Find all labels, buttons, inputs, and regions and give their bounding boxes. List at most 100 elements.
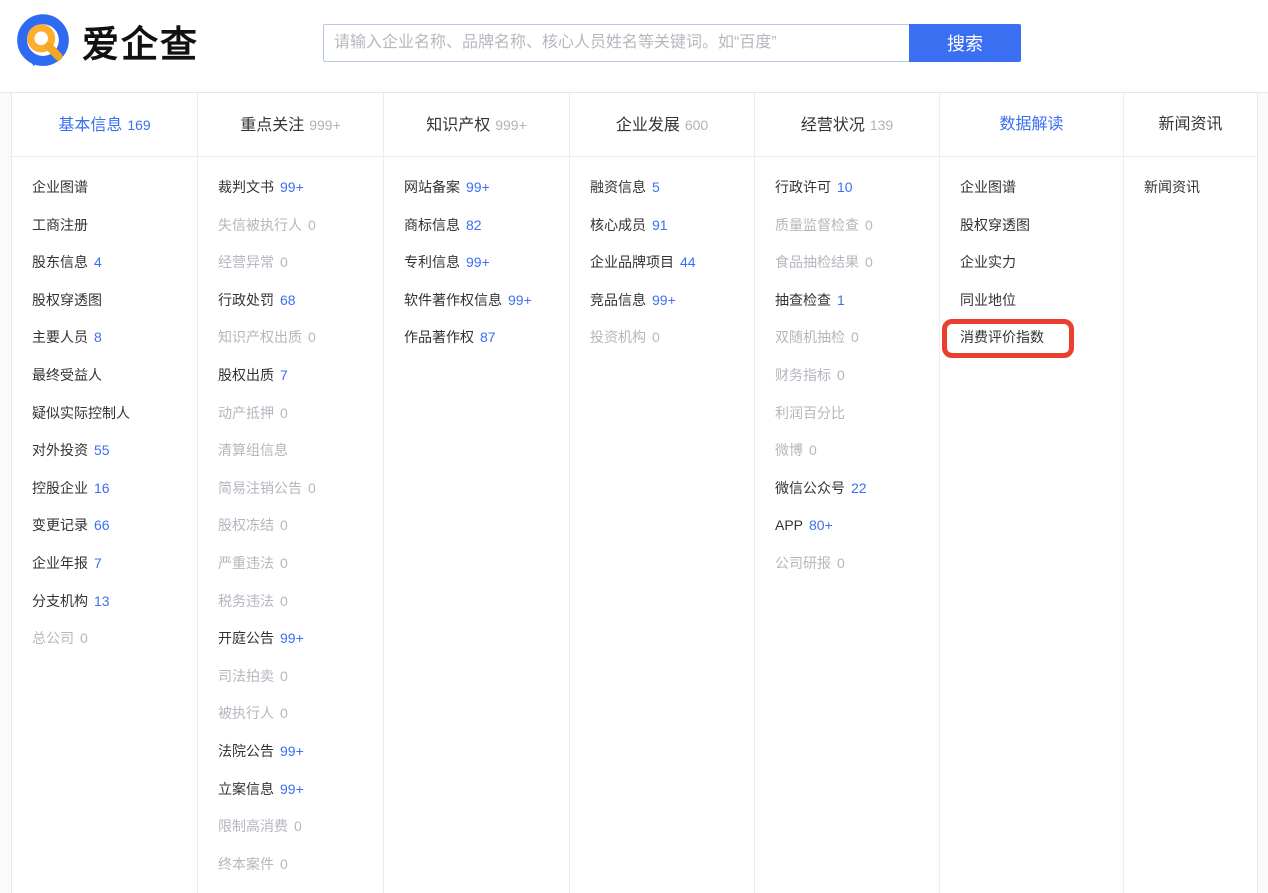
menu-item: 总公司0: [32, 620, 197, 658]
menu-item[interactable]: 分支机构13: [32, 583, 197, 621]
tab-company-development[interactable]: 企业发展600: [570, 93, 754, 157]
menu-item[interactable]: 融资信息5: [590, 169, 754, 207]
menu-item-label: 严重违法: [218, 555, 274, 571]
menu-item-count: 0: [80, 630, 88, 646]
menu-item[interactable]: 开庭公告 99+: [218, 620, 383, 658]
brand-logo[interactable]: 爱企查: [14, 12, 199, 70]
menu-item[interactable]: 同业地位: [960, 282, 1123, 320]
menu-item[interactable]: 商标信息 82: [404, 207, 569, 245]
menu-item-label: 立案信息: [218, 781, 274, 797]
menu-column-news: 新闻资讯新闻资讯: [1124, 93, 1257, 893]
menu-item[interactable]: 裁判文书99+: [218, 169, 383, 207]
menu-item-label: 动产抵押: [218, 405, 274, 421]
menu-item: 动产抵押0: [218, 395, 383, 433]
menu-item[interactable]: 行政许可10: [775, 169, 939, 207]
menu-item: 食品抽检结果0: [775, 244, 939, 282]
tab-data-insight[interactable]: 数据解读: [940, 93, 1123, 157]
tab-operating-status[interactable]: 经营状况139: [755, 93, 939, 157]
menu-item-label: 法院公告: [218, 743, 274, 759]
menu-item-count: 1: [837, 292, 845, 308]
menu-item[interactable]: 作品著作权 87: [404, 319, 569, 357]
menu-item[interactable]: 对外投资55: [32, 432, 197, 470]
menu-item[interactable]: 疑似实际控制人: [32, 395, 197, 433]
menu-item-count: 99+: [652, 292, 676, 308]
menu-item[interactable]: 新闻资讯: [1144, 169, 1257, 207]
menu-item[interactable]: 变更记录66: [32, 507, 197, 545]
menu-item-count: 80+: [809, 517, 833, 533]
search-button[interactable]: 搜索: [909, 24, 1021, 62]
menu-item-count: 5: [652, 179, 660, 195]
menu-item[interactable]: 竞品信息99+: [590, 282, 754, 320]
search-input[interactable]: [323, 24, 909, 62]
menu-item-list: 企业图谱股权穿透图企业实力同业地位消费评价指数: [940, 157, 1123, 357]
menu-item-label: 股权穿透图: [960, 217, 1030, 233]
magnifier-q-icon: [14, 12, 72, 70]
menu-item-label: 作品著作权: [404, 329, 474, 345]
menu-item-label: 股权冻结: [218, 517, 274, 533]
menu-item-label: 商标信息: [404, 217, 460, 233]
tab-count: 999+: [309, 117, 341, 133]
tab-intellectual-property[interactable]: 知识产权999+: [384, 93, 569, 157]
menu-item[interactable]: 股权穿透图: [960, 207, 1123, 245]
menu-item-label: 新闻资讯: [1144, 179, 1200, 195]
menu-item-count: 82: [466, 217, 482, 233]
menu-item-count: 99+: [280, 630, 304, 646]
tab-news[interactable]: 新闻资讯: [1124, 93, 1257, 157]
menu-item-label: 清算组信息: [218, 442, 288, 458]
tab-basic-info[interactable]: 基本信息 169: [12, 93, 197, 157]
menu-item-count: 99+: [466, 179, 490, 195]
menu-item[interactable]: 企业品牌项目44: [590, 244, 754, 282]
menu-item[interactable]: 立案信息 99+: [218, 771, 383, 809]
menu-column-data-insight: 数据解读企业图谱股权穿透图企业实力同业地位消费评价指数: [940, 93, 1124, 893]
menu-item[interactable]: 软件著作权信息99+: [404, 282, 569, 320]
mega-menu: 基本信息169企业图谱工商注册股东信息4股权穿透图主要人员8最终受益人疑似实际控…: [11, 93, 1258, 893]
menu-item[interactable]: 企业年报7: [32, 545, 197, 583]
menu-item-count: 68: [280, 292, 296, 308]
menu-item[interactable]: 核心成员91: [590, 207, 754, 245]
menu-item-label: 知识产权出质: [218, 329, 302, 345]
menu-item[interactable]: 消费评价指数: [960, 319, 1123, 357]
menu-item[interactable]: 股东信息4: [32, 244, 197, 282]
menu-item[interactable]: 微信公众号22: [775, 470, 939, 508]
menu-item: 失信被执行人0: [218, 207, 383, 245]
menu-item: 清算组信息: [218, 432, 383, 470]
menu-item-count: 91: [652, 217, 668, 233]
menu-item[interactable]: 行政处罚68: [218, 282, 383, 320]
menu-item[interactable]: 工商注册: [32, 207, 197, 245]
menu-item[interactable]: 最终受益人: [32, 357, 197, 395]
menu-item: 司法拍卖0: [218, 658, 383, 696]
menu-item-label: 开庭公告: [218, 630, 274, 646]
menu-item[interactable]: 控股企业16: [32, 470, 197, 508]
menu-item[interactable]: 法院公告99+: [218, 733, 383, 771]
menu-item[interactable]: 专利信息99+: [404, 244, 569, 282]
tab-count: 169: [127, 117, 150, 133]
menu-item-list: 企业图谱工商注册股东信息4股权穿透图主要人员8最终受益人疑似实际控制人对外投资5…: [12, 157, 197, 658]
menu-item[interactable]: 企业实力: [960, 244, 1123, 282]
menu-item-label: 司法拍卖: [218, 668, 274, 684]
menu-item-list: 网站备案99+商标信息82专利信息99+软件著作权信息99+作品著作权87: [384, 157, 569, 357]
menu-item: 经营异常0: [218, 244, 383, 282]
menu-item-count: 87: [480, 329, 496, 345]
tab-key-focus[interactable]: 重点关注999+: [198, 93, 383, 157]
menu-item-label: 专利信息: [404, 254, 460, 270]
menu-item-label: 简易注销公告: [218, 480, 302, 496]
menu-item-label: 双随机抽检: [775, 329, 845, 345]
tab-label: 基本信息: [58, 117, 122, 134]
tab-count: 600: [685, 117, 708, 133]
menu-item[interactable]: 股权穿透图: [32, 282, 197, 320]
menu-item-count: 0: [837, 367, 845, 383]
menu-item-count: 4: [94, 254, 102, 270]
menu-item[interactable]: 股权出质7: [218, 357, 383, 395]
menu-item: 双随机抽检0: [775, 319, 939, 357]
menu-item[interactable]: 抽查检查1: [775, 282, 939, 320]
menu-item[interactable]: APP80+: [775, 507, 939, 545]
menu-item-count: 7: [280, 367, 288, 383]
menu-item-count: 99+: [280, 781, 304, 797]
tab-label: 数据解读: [999, 116, 1063, 133]
menu-item-label: 终本案件: [218, 856, 274, 872]
menu-item[interactable]: 主要人员8: [32, 319, 197, 357]
menu-item-label: 主要人员: [32, 329, 88, 345]
menu-item[interactable]: 企业图谱: [960, 169, 1123, 207]
menu-item[interactable]: 企业图谱: [32, 169, 197, 207]
menu-item[interactable]: 网站备案99+: [404, 169, 569, 207]
